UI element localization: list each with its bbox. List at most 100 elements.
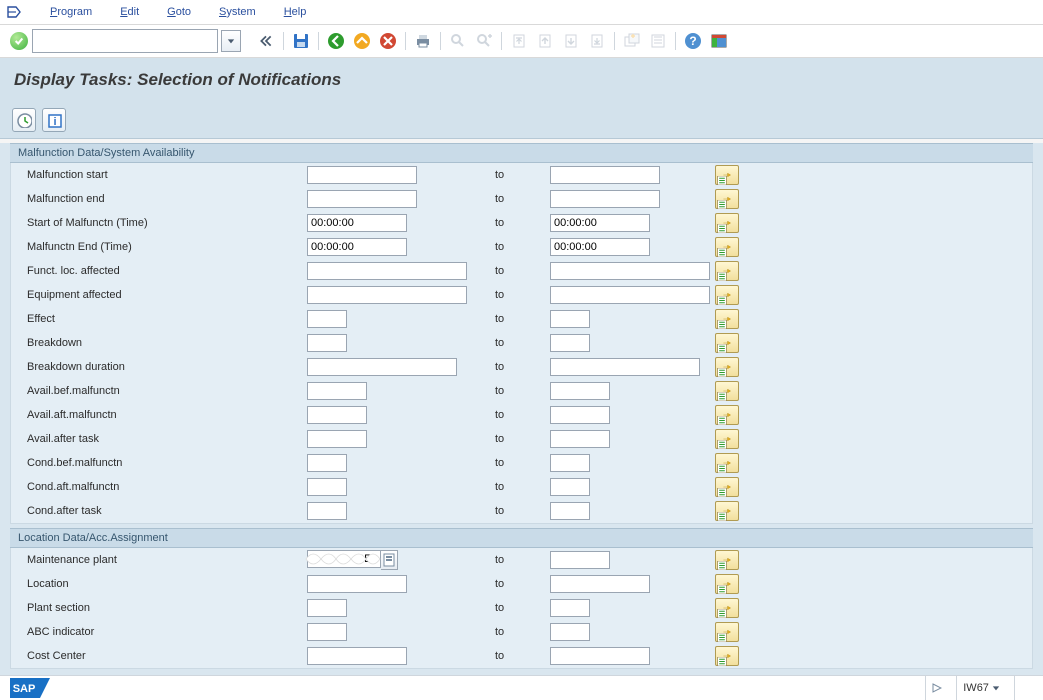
avail-task-to[interactable] — [550, 430, 610, 448]
malf-end-to[interactable] — [550, 190, 660, 208]
multiple-selection-button[interactable] — [715, 622, 739, 642]
malf-start-from[interactable] — [307, 166, 417, 184]
start-time-to[interactable] — [550, 214, 650, 232]
first-page-button[interactable] — [508, 30, 530, 52]
prev-page-button[interactable] — [534, 30, 556, 52]
find-button[interactable] — [447, 30, 469, 52]
start-time-from[interactable] — [307, 214, 407, 232]
end-time-from[interactable] — [307, 238, 407, 256]
multiple-selection-button[interactable] — [715, 550, 739, 570]
lbl-avail-task: Avail.after task — [11, 433, 307, 445]
avail-aft-to[interactable] — [550, 406, 610, 424]
avail-bef-to[interactable] — [550, 382, 610, 400]
sap-gui-menu-icon[interactable] — [6, 4, 22, 20]
multiple-selection-button[interactable] — [715, 285, 739, 305]
bd-dur-from[interactable] — [307, 358, 457, 376]
next-page-button[interactable] — [560, 30, 582, 52]
multiple-selection-button[interactable] — [715, 333, 739, 353]
cost-center-to[interactable] — [550, 647, 650, 665]
menu-goto[interactable]: Goto — [167, 6, 191, 18]
multiple-selection-button[interactable] — [715, 598, 739, 618]
effect-from[interactable] — [307, 310, 347, 328]
funct-loc-to[interactable] — [550, 262, 710, 280]
multiple-selection-button[interactable] — [715, 189, 739, 209]
lbl-funct-loc: Funct. loc. affected — [11, 265, 307, 277]
abc-to[interactable] — [550, 623, 590, 641]
back-button[interactable] — [325, 30, 347, 52]
group-malfunction: Malfunction Data/System Availability Mal… — [10, 143, 1033, 524]
maint-plant-from[interactable] — [307, 550, 381, 568]
f4-help-button[interactable] — [381, 550, 398, 570]
multiple-selection-button[interactable] — [715, 309, 739, 329]
multiple-selection-button[interactable] — [715, 501, 739, 521]
menu-program[interactable]: Program — [50, 6, 92, 18]
exit-button[interactable] — [351, 30, 373, 52]
end-time-to[interactable] — [550, 238, 650, 256]
multiple-selection-button[interactable] — [715, 453, 739, 473]
equip-from[interactable] — [307, 286, 467, 304]
menu-system[interactable]: System — [219, 6, 256, 18]
plant-section-to[interactable] — [550, 599, 590, 617]
menu-edit[interactable]: Edit — [120, 6, 139, 18]
location-to[interactable] — [550, 575, 650, 593]
save-button[interactable] — [290, 30, 312, 52]
menu-help[interactable]: Help — [284, 6, 307, 18]
avail-bef-from[interactable] — [307, 382, 367, 400]
malf-start-to[interactable] — [550, 166, 660, 184]
cond-bef-to[interactable] — [550, 454, 590, 472]
breakdown-from[interactable] — [307, 334, 347, 352]
command-history-dropdown[interactable] — [221, 30, 241, 52]
multiple-selection-button[interactable] — [715, 646, 739, 666]
lbl-effect: Effect — [11, 313, 307, 325]
create-shortcut-button[interactable] — [647, 30, 669, 52]
status-session-indicator[interactable] — [925, 676, 948, 700]
cost-center-from[interactable] — [307, 647, 407, 665]
multiple-selection-button[interactable] — [715, 405, 739, 425]
cond-aft-from[interactable] — [307, 478, 347, 496]
multiple-selection-button[interactable] — [715, 261, 739, 281]
multiple-selection-button[interactable] — [715, 574, 739, 594]
help-button[interactable] — [682, 30, 704, 52]
status-tcode: IW67 — [956, 676, 1006, 700]
multiple-selection-button[interactable] — [715, 357, 739, 377]
avail-task-from[interactable] — [307, 430, 367, 448]
cond-task-from[interactable] — [307, 502, 347, 520]
avail-aft-from[interactable] — [307, 406, 367, 424]
cond-aft-to[interactable] — [550, 478, 590, 496]
collapse-toolbar-icon[interactable] — [255, 30, 277, 52]
cancel-button[interactable] — [377, 30, 399, 52]
lbl-malf-start: Malfunction start — [11, 169, 307, 181]
multiple-selection-button[interactable] — [715, 165, 739, 185]
breakdown-to[interactable] — [550, 334, 590, 352]
last-page-button[interactable] — [586, 30, 608, 52]
cond-task-to[interactable] — [550, 502, 590, 520]
find-next-button[interactable] — [473, 30, 495, 52]
multiple-selection-button[interactable] — [715, 477, 739, 497]
multiple-selection-button[interactable] — [715, 237, 739, 257]
effect-to[interactable] — [550, 310, 590, 328]
status-bar: IW67 — [0, 675, 1043, 700]
new-session-button[interactable] — [621, 30, 643, 52]
lbl-avail-bef: Avail.bef.malfunctn — [11, 385, 307, 397]
location-from[interactable] — [307, 575, 407, 593]
enter-button[interactable] — [10, 32, 28, 50]
maint-plant-to[interactable] — [550, 551, 610, 569]
lbl-equip: Equipment affected — [11, 289, 307, 301]
equip-to[interactable] — [550, 286, 710, 304]
customize-layout-button[interactable] — [708, 30, 730, 52]
multiple-selection-button[interactable] — [715, 429, 739, 449]
funct-loc-from[interactable] — [307, 262, 467, 280]
lbl-avail-aft: Avail.aft.malfunctn — [11, 409, 307, 421]
plant-section-from[interactable] — [307, 599, 347, 617]
lbl-maint-plant: Maintenance plant — [11, 554, 307, 566]
malf-end-from[interactable] — [307, 190, 417, 208]
multiple-selection-button[interactable] — [715, 213, 739, 233]
print-button[interactable] — [412, 30, 434, 52]
cond-bef-from[interactable] — [307, 454, 347, 472]
bd-dur-to[interactable] — [550, 358, 700, 376]
multiple-selection-button[interactable] — [715, 381, 739, 401]
abc-from[interactable] — [307, 623, 347, 641]
command-field[interactable] — [32, 29, 218, 53]
execute-button[interactable] — [12, 108, 36, 132]
selection-info-button[interactable] — [42, 108, 66, 132]
